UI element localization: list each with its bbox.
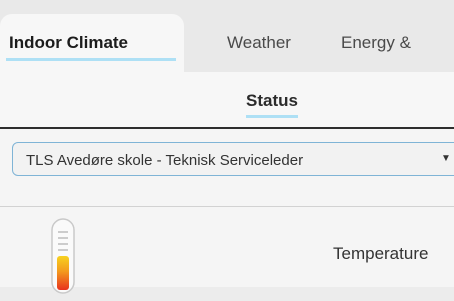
location-select-value: TLS Avedøre skole - Teknisk Serviceleder — [26, 152, 304, 169]
sub-tab-bar: Status — [0, 72, 454, 127]
subtab-status[interactable]: Status — [246, 91, 298, 118]
tab-label: Energy & — [341, 33, 411, 52]
subtab-label: Status — [246, 91, 298, 110]
metric-label-temperature: Temperature — [333, 244, 429, 263]
tab-weather[interactable]: Weather — [227, 14, 291, 72]
tab-indoor-climate[interactable]: Indoor Climate — [0, 14, 184, 72]
location-selector-area: TLS Avedøre skole - Teknisk Serviceleder… — [0, 129, 454, 206]
tab-bar: Indoor Climate Weather Energy & — [0, 0, 454, 72]
metric-panel: Temperature — [0, 207, 454, 294]
tab-label: Indoor Climate — [9, 33, 129, 52]
active-tab-underline — [6, 58, 176, 61]
active-subtab-underline — [246, 115, 298, 118]
location-select[interactable]: TLS Avedøre skole - Teknisk Serviceleder… — [12, 142, 454, 176]
chevron-down-icon[interactable]: ▼ — [441, 153, 451, 164]
tab-label: Weather — [227, 33, 291, 52]
thermometer-icon — [51, 218, 77, 301]
tab-energy[interactable]: Energy & — [341, 14, 411, 72]
